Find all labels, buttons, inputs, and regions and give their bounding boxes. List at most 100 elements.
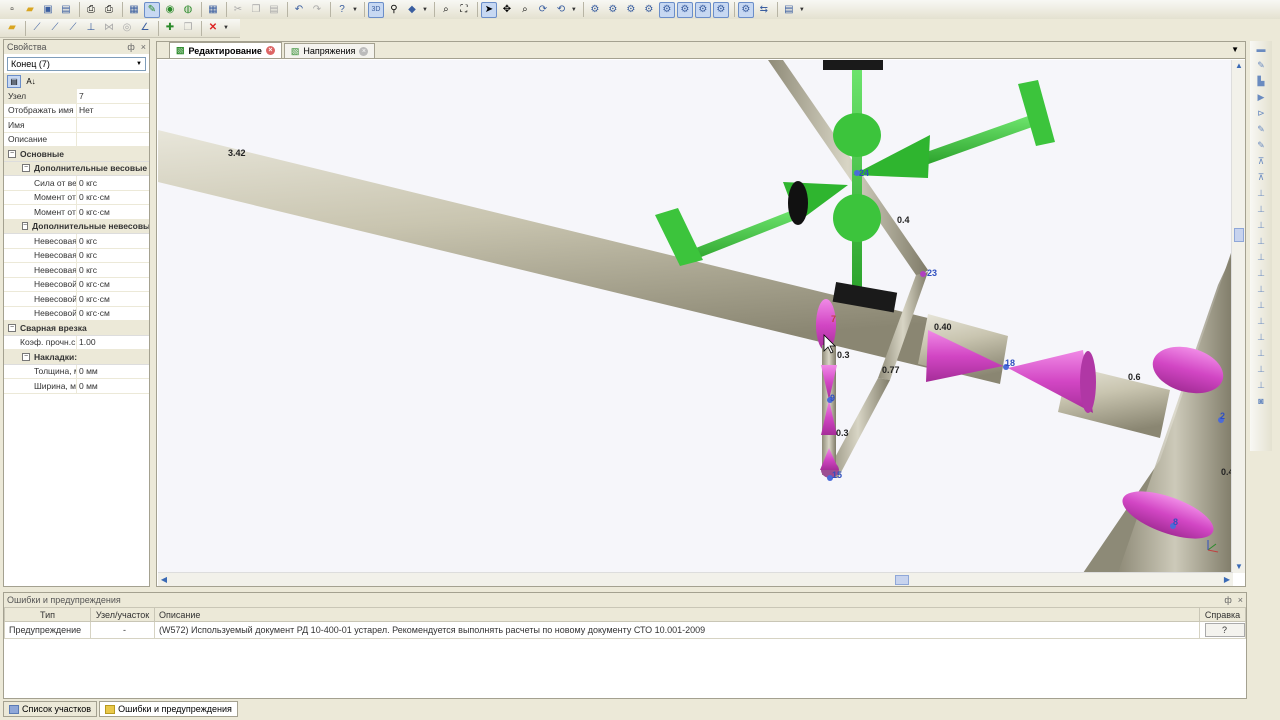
- component-icon[interactable]: ❐: [180, 20, 196, 36]
- orbit-icon[interactable]: ⟲: [553, 2, 569, 18]
- save-icon[interactable]: ▣: [40, 2, 56, 18]
- object-selector[interactable]: Конец (7) ▼: [7, 57, 146, 71]
- chevron-down-icon[interactable]: ▼: [352, 7, 358, 13]
- pipe-model[interactable]: 3.42 24 0.4 23 0.40 18 0.6 7 0.3 0.77 9 …: [158, 60, 1232, 573]
- dim2-icon[interactable]: ⊼: [1253, 171, 1269, 184]
- property-row[interactable]: Невесовой 0 кгс·см: [4, 277, 149, 292]
- category-weld[interactable]: − Сварная врезка: [4, 321, 149, 336]
- dim12-icon[interactable]: ⊥: [1253, 331, 1269, 344]
- paste-icon[interactable]: ▤: [266, 2, 282, 18]
- save-all-icon[interactable]: ▤: [58, 2, 74, 18]
- dim5-icon[interactable]: ⊥: [1253, 219, 1269, 232]
- tab-menu-icon[interactable]: ▼: [1231, 45, 1239, 54]
- table-row[interactable]: Предупреждение - (W572) Используемый док…: [4, 621, 1246, 639]
- open-icon[interactable]: ▰: [22, 2, 38, 18]
- node-icon[interactable]: ◎: [119, 20, 135, 36]
- dim9-icon[interactable]: ⊥: [1253, 283, 1269, 296]
- brush2-icon[interactable]: ✎: [1253, 123, 1269, 136]
- tool7-icon[interactable]: ⚙: [694, 1, 711, 18]
- tool3-icon[interactable]: ⚙: [623, 2, 639, 18]
- chevron-down-icon[interactable]: ▼: [223, 25, 229, 31]
- tee-icon[interactable]: ⟋: [65, 20, 81, 36]
- close-icon[interactable]: ×: [359, 46, 369, 56]
- green2-icon[interactable]: ◍: [180, 2, 196, 18]
- pan-icon[interactable]: ✥: [499, 2, 515, 18]
- report-icon[interactable]: ▤: [781, 2, 797, 18]
- node-marker[interactable]: [920, 271, 926, 277]
- dim11-icon[interactable]: ⊥: [1253, 315, 1269, 328]
- layers-icon[interactable]: ▙: [1253, 75, 1269, 88]
- undo-icon[interactable]: ↶: [291, 2, 307, 18]
- property-row[interactable]: Толщина, м0 мм: [4, 364, 149, 379]
- binoculars-icon[interactable]: ⚲: [386, 2, 402, 18]
- cube-icon[interactable]: ◆: [404, 2, 420, 18]
- calc-icon[interactable]: ▦: [205, 2, 221, 18]
- move-up-icon[interactable]: ▬: [1253, 43, 1269, 56]
- property-row[interactable]: Ширина, м0 мм: [4, 379, 149, 394]
- view-3d-button[interactable]: 3D: [367, 1, 384, 18]
- tool8-icon[interactable]: ⚙: [712, 1, 729, 18]
- dim10-icon[interactable]: ⊥: [1253, 299, 1269, 312]
- tool4-icon[interactable]: ⚙: [641, 2, 657, 18]
- tool9-icon[interactable]: ⚙: [737, 1, 754, 18]
- tab-sections-list[interactable]: Список участков: [3, 701, 98, 717]
- tab-errors[interactable]: Ошибки и предупреждения: [99, 701, 238, 717]
- property-row[interactable]: Невесовая 0 кгс: [4, 248, 149, 263]
- property-row[interactable]: Описание: [4, 132, 149, 147]
- play-icon[interactable]: ▶: [1253, 91, 1269, 104]
- property-row[interactable]: Невесовая 0 кгс: [4, 234, 149, 249]
- zoom-window-icon[interactable]: ⌕: [438, 2, 454, 18]
- column-header[interactable]: Описание: [154, 607, 1200, 622]
- scroll-right-icon[interactable]: ▶: [1221, 574, 1233, 586]
- category-nonweight[interactable]: − Дополнительные невесовые: [4, 219, 149, 234]
- dim15-icon[interactable]: ⊥: [1253, 379, 1269, 392]
- model-viewport[interactable]: 3.42 24 0.4 23 0.40 18 0.6 7 0.3 0.77 9 …: [158, 60, 1232, 573]
- category-pads[interactable]: − Накладки:: [4, 350, 149, 365]
- help-icon[interactable]: ?: [334, 2, 350, 18]
- collapse-icon[interactable]: −: [8, 323, 16, 332]
- chevron-down-icon[interactable]: ▼: [422, 7, 428, 13]
- tool6-icon[interactable]: ⚙: [676, 1, 693, 18]
- insert-icon[interactable]: ✚: [162, 20, 178, 36]
- collapse-icon[interactable]: −: [22, 352, 30, 361]
- print-icon[interactable]: ⎙: [101, 2, 117, 18]
- dim6-icon[interactable]: ⊥: [1253, 235, 1269, 248]
- property-row[interactable]: Коэф. прочн.с 1.00: [4, 335, 149, 350]
- categorized-icon[interactable]: ▤: [7, 74, 21, 88]
- category-main[interactable]: − Основные: [4, 147, 149, 162]
- tool2-icon[interactable]: ⚙: [605, 2, 621, 18]
- property-row[interactable]: Момент от в0 кгс·см: [4, 190, 149, 205]
- close-icon[interactable]: ×: [141, 42, 146, 52]
- elbow-icon[interactable]: ⟋: [47, 20, 63, 36]
- green-icon[interactable]: ◉: [162, 2, 178, 18]
- property-row[interactable]: Невесовая 0 кгс: [4, 263, 149, 278]
- add-icon[interactable]: ▰: [4, 20, 20, 36]
- collapse-icon[interactable]: −: [8, 149, 16, 158]
- cut-icon[interactable]: ✂: [230, 2, 246, 18]
- property-row[interactable]: Сила от вес 0 кгс: [4, 176, 149, 191]
- property-row[interactable]: Имя: [4, 118, 149, 133]
- property-row[interactable]: Момент от в0 кгс·см: [4, 205, 149, 220]
- close-icon[interactable]: ×: [1238, 595, 1243, 605]
- chevron-down-icon[interactable]: ▼: [571, 7, 577, 13]
- tool5-icon[interactable]: ⚙: [658, 1, 675, 18]
- tab-stresses[interactable]: ▧ Напряжения ×: [283, 43, 376, 58]
- pin-icon[interactable]: ф: [1224, 595, 1231, 605]
- scroll-thumb[interactable]: [895, 575, 909, 585]
- tab-editing[interactable]: ▧ Редактирование ×: [169, 42, 282, 58]
- copy-icon[interactable]: ❐: [248, 2, 264, 18]
- print-preview-icon[interactable]: ⎙: [83, 2, 99, 18]
- property-row[interactable]: Невесовой 0 кгс·см: [4, 306, 149, 321]
- close-icon[interactable]: ×: [265, 46, 275, 55]
- zoom-icon[interactable]: ⌕: [517, 2, 533, 18]
- dim4-icon[interactable]: ⊥: [1253, 203, 1269, 216]
- scroll-down-icon[interactable]: ▼: [1233, 561, 1245, 573]
- dim13-icon[interactable]: ⊥: [1253, 347, 1269, 360]
- brush-icon[interactable]: ✎: [1253, 59, 1269, 72]
- scroll-thumb[interactable]: [1234, 228, 1244, 242]
- tool1-icon[interactable]: ⚙: [587, 2, 603, 18]
- select-icon[interactable]: ➤: [480, 1, 497, 18]
- property-row[interactable]: Узел 7: [4, 89, 149, 104]
- display-options-icon[interactable]: ◙: [1253, 395, 1269, 408]
- collapse-icon[interactable]: −: [22, 164, 30, 173]
